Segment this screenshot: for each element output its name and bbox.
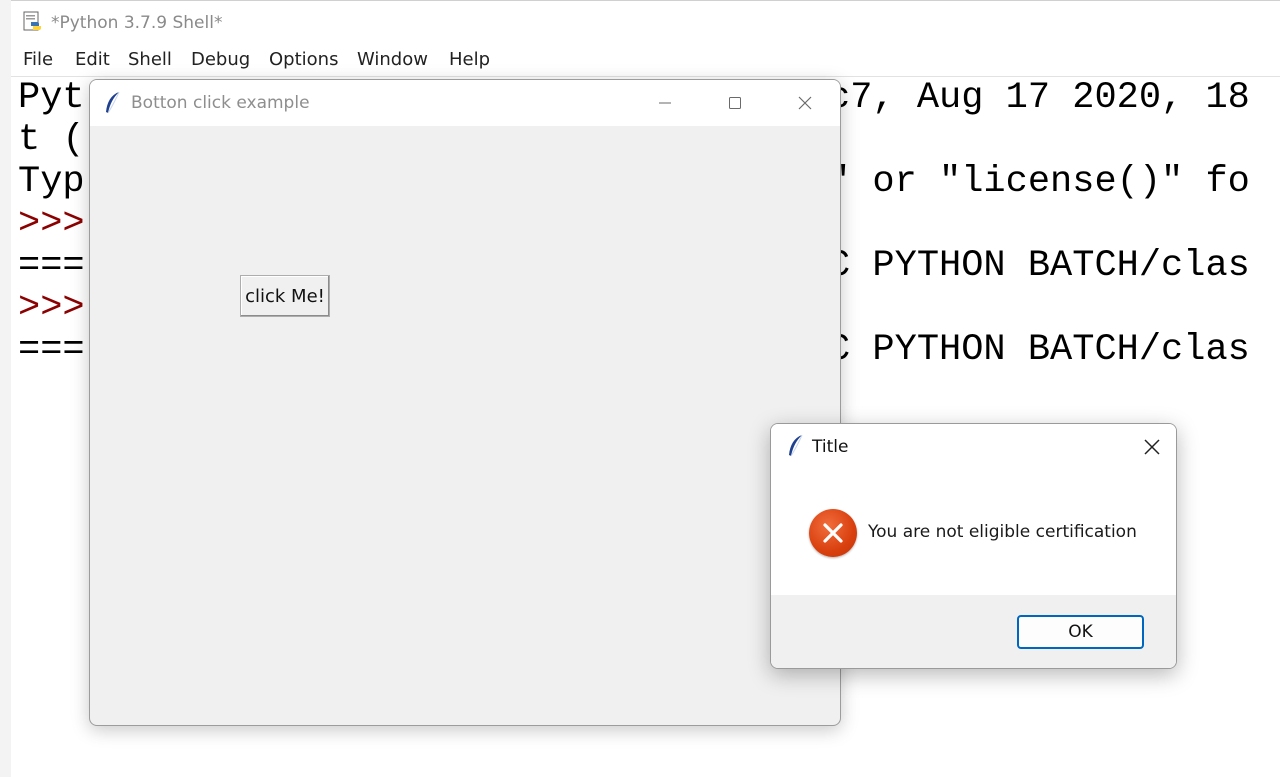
- minimize-icon: [659, 102, 671, 104]
- shell-prompt: >>>: [18, 203, 85, 245]
- menu-shell[interactable]: Shell: [126, 49, 174, 70]
- minimize-button[interactable]: [630, 80, 700, 126]
- feather-icon: [104, 91, 122, 115]
- shell-line: t (: [18, 119, 85, 161]
- ok-button[interactable]: OK: [1017, 615, 1144, 649]
- close-button[interactable]: [770, 80, 840, 126]
- menu-options[interactable]: Options: [267, 49, 340, 70]
- shell-window-title: *Python 3.7.9 Shell*: [51, 13, 223, 33]
- shell-line-tail: C PYTHON BATCH/clas: [828, 245, 1250, 287]
- dialog-message: You are not eligible certification: [868, 522, 1137, 542]
- tk-window-titlebar[interactable]: Botton click example: [90, 80, 840, 126]
- shell-line: ===: [18, 329, 85, 371]
- shell-menubar: File Edit Shell Debug Options Window Hel…: [11, 44, 1280, 76]
- error-message-dialog: Title You are not eligible certification…: [770, 423, 1177, 669]
- shell-prompt: >>>: [18, 287, 85, 329]
- python-file-icon: [23, 11, 43, 33]
- click-me-button[interactable]: click Me!: [240, 275, 330, 317]
- menu-file[interactable]: File: [21, 49, 55, 70]
- maximize-button[interactable]: [700, 80, 770, 126]
- tk-window-title: Botton click example: [131, 93, 310, 113]
- shell-line-tail: " or "license()" fo: [828, 161, 1250, 203]
- dialog-close-button[interactable]: [1128, 424, 1176, 470]
- error-icon: [809, 509, 857, 557]
- shell-line: Pyt: [18, 77, 85, 119]
- close-icon: [1144, 439, 1160, 455]
- close-icon: [798, 96, 812, 110]
- dialog-titlebar[interactable]: Title: [771, 424, 1176, 470]
- menu-debug[interactable]: Debug: [189, 49, 252, 70]
- shell-line: Typ: [18, 161, 85, 203]
- shell-line: ===: [18, 245, 85, 287]
- shell-line-tail: c7, Aug 17 2020, 18: [828, 77, 1250, 119]
- menu-edit[interactable]: Edit: [73, 49, 112, 70]
- dialog-title: Title: [812, 437, 849, 457]
- button-example-window: Botton click example click Me!: [89, 79, 841, 726]
- shell-titlebar[interactable]: *Python 3.7.9 Shell*: [11, 0, 1280, 45]
- menu-help[interactable]: Help: [447, 49, 492, 70]
- shell-line-tail: C PYTHON BATCH/clas: [828, 329, 1250, 371]
- feather-icon: [787, 434, 805, 458]
- dialog-footer: OK: [771, 595, 1176, 668]
- maximize-icon: [729, 97, 741, 109]
- menu-window[interactable]: Window: [355, 49, 430, 70]
